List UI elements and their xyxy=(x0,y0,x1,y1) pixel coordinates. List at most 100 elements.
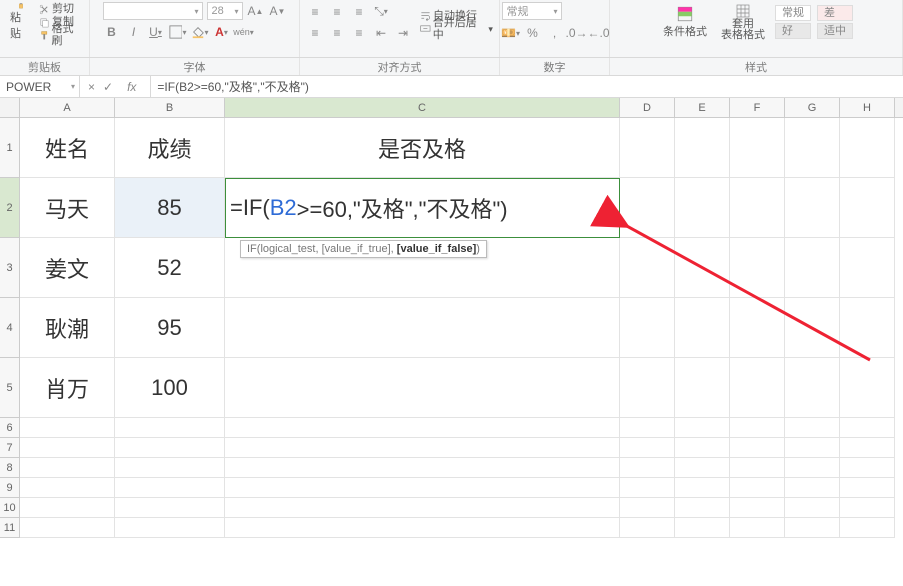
cell-A9[interactable] xyxy=(20,478,115,498)
cell-B4[interactable]: 95 xyxy=(115,298,225,358)
cell-E11[interactable] xyxy=(675,518,730,538)
cell-G10[interactable] xyxy=(785,498,840,518)
align-top-button[interactable]: ≡ xyxy=(306,3,324,21)
col-A[interactable]: A xyxy=(20,98,115,117)
indent-dec-button[interactable]: ⇤ xyxy=(372,24,390,42)
cell-F9[interactable] xyxy=(730,478,785,498)
cell-A11[interactable] xyxy=(20,518,115,538)
accounting-button[interactable]: 💴▾ xyxy=(502,24,520,42)
cell-G8[interactable] xyxy=(785,458,840,478)
row-8[interactable]: 8 xyxy=(0,458,20,478)
cell-E9[interactable] xyxy=(675,478,730,498)
cell-H11[interactable] xyxy=(840,518,895,538)
cell-B3[interactable]: 52 xyxy=(115,238,225,298)
row-7[interactable]: 7 xyxy=(0,438,20,458)
cell-B1[interactable]: 成绩 xyxy=(115,118,225,178)
col-C[interactable]: C xyxy=(225,98,620,117)
col-D[interactable]: D xyxy=(620,98,675,117)
fill-color-button[interactable]: ▾ xyxy=(191,23,209,41)
cell-F7[interactable] xyxy=(730,438,785,458)
bold-button[interactable]: B xyxy=(103,23,121,41)
style-bad[interactable]: 差 xyxy=(817,5,853,21)
align-left-button[interactable]: ≡ xyxy=(306,24,324,42)
cell-G3[interactable] xyxy=(785,238,840,298)
cell-E8[interactable] xyxy=(675,458,730,478)
col-H[interactable]: H xyxy=(840,98,895,117)
align-middle-button[interactable]: ≡ xyxy=(328,3,346,21)
font-size-select[interactable]: 28 xyxy=(207,2,243,20)
cell-C11[interactable] xyxy=(225,518,620,538)
cell-A8[interactable] xyxy=(20,458,115,478)
cell-E4[interactable] xyxy=(675,298,730,358)
paste-button[interactable]: 粘贴 xyxy=(6,3,35,41)
cell-E5[interactable] xyxy=(675,358,730,418)
cell-H7[interactable] xyxy=(840,438,895,458)
cell-B9[interactable] xyxy=(115,478,225,498)
cell-F3[interactable] xyxy=(730,238,785,298)
cell-D7[interactable] xyxy=(620,438,675,458)
fx-button[interactable]: fx xyxy=(121,80,142,94)
cell-C4[interactable] xyxy=(225,298,620,358)
cell-E2[interactable] xyxy=(675,178,730,238)
cell-E7[interactable] xyxy=(675,438,730,458)
row-2[interactable]: 2 xyxy=(0,178,20,238)
merge-center-button[interactable]: 合并后居中▾ xyxy=(420,23,493,35)
cell-D10[interactable] xyxy=(620,498,675,518)
cell-styles-gallery[interactable]: 常规 差 好 适中 xyxy=(775,5,853,39)
cell-H5[interactable] xyxy=(840,358,895,418)
row-5[interactable]: 5 xyxy=(0,358,20,418)
number-format-select[interactable]: 常规 xyxy=(502,2,562,20)
cell-A3[interactable]: 姜文 xyxy=(20,238,115,298)
cell-G11[interactable] xyxy=(785,518,840,538)
font-color-button[interactable]: A▾ xyxy=(213,23,231,41)
inc-decimal-button[interactable]: .0→ xyxy=(568,24,586,42)
format-as-table-button[interactable]: 套用 表格格式 xyxy=(717,3,769,41)
style-normal[interactable]: 常规 xyxy=(775,5,811,21)
cell-E6[interactable] xyxy=(675,418,730,438)
cell-C8[interactable] xyxy=(225,458,620,478)
col-B[interactable]: B xyxy=(115,98,225,117)
cell-G9[interactable] xyxy=(785,478,840,498)
formula-input[interactable]: =IF(B2>=60,"及格","不及格") xyxy=(151,78,903,95)
italic-button[interactable]: I xyxy=(125,23,143,41)
row-1[interactable]: 1 xyxy=(0,118,20,178)
cell-C7[interactable] xyxy=(225,438,620,458)
format-painter-button[interactable]: 格式刷 xyxy=(39,29,83,41)
cell-B10[interactable] xyxy=(115,498,225,518)
underline-button[interactable]: U▾ xyxy=(147,23,165,41)
grow-font-button[interactable]: A▲ xyxy=(247,2,265,20)
cell-F10[interactable] xyxy=(730,498,785,518)
cell-A2[interactable]: 马天 xyxy=(20,178,115,238)
cell-B8[interactable] xyxy=(115,458,225,478)
col-E[interactable]: E xyxy=(675,98,730,117)
align-center-button[interactable]: ≡ xyxy=(328,24,346,42)
cell-F11[interactable] xyxy=(730,518,785,538)
indent-inc-button[interactable]: ⇥ xyxy=(394,24,412,42)
cell-D9[interactable] xyxy=(620,478,675,498)
border-button[interactable]: ▾ xyxy=(169,23,187,41)
cell-A5[interactable]: 肖万 xyxy=(20,358,115,418)
cell-D5[interactable] xyxy=(620,358,675,418)
cell-H6[interactable] xyxy=(840,418,895,438)
cell-A10[interactable] xyxy=(20,498,115,518)
cut-button[interactable]: 剪切 xyxy=(39,3,83,15)
cell-A6[interactable] xyxy=(20,418,115,438)
cell-H8[interactable] xyxy=(840,458,895,478)
cell-F2[interactable] xyxy=(730,178,785,238)
cell-D4[interactable] xyxy=(620,298,675,358)
cell-E1[interactable] xyxy=(675,118,730,178)
cell-B7[interactable] xyxy=(115,438,225,458)
cell-B2[interactable]: 85 xyxy=(115,178,225,238)
cell-G5[interactable] xyxy=(785,358,840,418)
row-3[interactable]: 3 xyxy=(0,238,20,298)
col-G[interactable]: G xyxy=(785,98,840,117)
cell-C6[interactable] xyxy=(225,418,620,438)
percent-button[interactable]: % xyxy=(524,24,542,42)
row-4[interactable]: 4 xyxy=(0,298,20,358)
row-11[interactable]: 11 xyxy=(0,518,20,538)
cell-E10[interactable] xyxy=(675,498,730,518)
comma-button[interactable]: , xyxy=(546,24,564,42)
cell-D3[interactable] xyxy=(620,238,675,298)
cell-A7[interactable] xyxy=(20,438,115,458)
col-F[interactable]: F xyxy=(730,98,785,117)
